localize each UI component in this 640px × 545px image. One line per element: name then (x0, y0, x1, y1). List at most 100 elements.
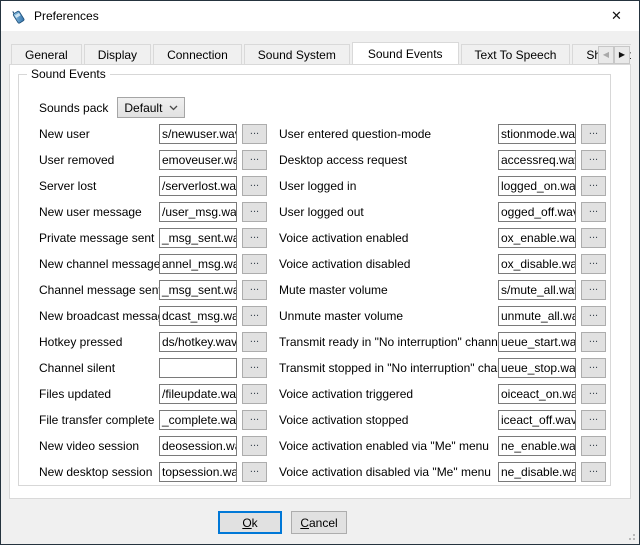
sound-event-label: Hotkey pressed (39, 335, 159, 349)
sound-file-input[interactable]: _msg_sent.wav (159, 280, 237, 300)
sound-file-input[interactable]: deosession.wav (159, 436, 237, 456)
sound-event-label: New video session (39, 439, 159, 453)
sound-event-row: File transfer complete_complete.wav... (39, 410, 267, 430)
sound-file-input[interactable]: s/mute_all.wav (498, 280, 576, 300)
browse-button[interactable]: ... (242, 384, 267, 404)
sound-event-label: Files updated (39, 387, 159, 401)
browse-button[interactable]: ... (581, 124, 606, 144)
sound-event-label: New user message (39, 205, 159, 219)
sound-event-label: Transmit stopped in "No interruption" ch… (279, 361, 498, 375)
browse-button[interactable]: ... (242, 202, 267, 222)
sound-file-input[interactable]: oiceact_on.wav (498, 384, 576, 404)
sound-file-input[interactable]: /fileupdate.wav (159, 384, 237, 404)
sound-file-input[interactable]: ne_disable.wav (498, 462, 576, 482)
browse-button[interactable]: ... (581, 358, 606, 378)
tab-bar: GeneralDisplayConnectionSound SystemSoun… (11, 41, 631, 64)
sound-event-row: Files updated/fileupdate.wav... (39, 384, 267, 404)
browse-button[interactable]: ... (242, 228, 267, 248)
sound-file-input[interactable]: unmute_all.wav (498, 306, 576, 326)
tab-general[interactable]: General (11, 44, 82, 64)
browse-button[interactable]: ... (581, 306, 606, 326)
sound-file-input[interactable]: annel_msg.wav (159, 254, 237, 274)
sound-events-column-right: User entered question-modestionmode.wav.… (279, 124, 606, 488)
sound-event-row: Server lost/serverlost.wav... (39, 176, 267, 196)
browse-button[interactable]: ... (242, 176, 267, 196)
browse-button[interactable]: ... (242, 436, 267, 456)
sounds-pack-select[interactable]: Default (117, 97, 185, 118)
sound-events-column-left: New users/newuser.wav...User removedemov… (39, 124, 267, 488)
cancel-button[interactable]: Cancel (291, 511, 347, 534)
tab-scroll-right-button[interactable]: ▶ (614, 46, 630, 64)
browse-button[interactable]: ... (242, 280, 267, 300)
ok-button[interactable]: Ok (218, 511, 282, 534)
browse-button[interactable]: ... (581, 202, 606, 222)
sound-event-row: User logged inlogged_on.wav... (279, 176, 606, 196)
sound-event-row: Hotkey pressedds/hotkey.wav... (39, 332, 267, 352)
tab-display[interactable]: Display (84, 44, 151, 64)
resize-grip[interactable] (625, 530, 635, 540)
browse-button[interactable]: ... (581, 384, 606, 404)
browse-button[interactable]: ... (581, 462, 606, 482)
browse-button[interactable]: ... (581, 436, 606, 456)
browse-button[interactable]: ... (242, 410, 267, 430)
sound-file-input[interactable]: ox_enable.wav (498, 228, 576, 248)
sound-file-input[interactable]: _complete.wav (159, 410, 237, 430)
sound-event-label: User removed (39, 153, 159, 167)
tab-text-to-speech[interactable]: Text To Speech (461, 44, 571, 64)
sound-file-input[interactable] (159, 358, 237, 378)
browse-button[interactable]: ... (242, 306, 267, 326)
browse-button[interactable]: ... (242, 358, 267, 378)
browse-button[interactable]: ... (242, 254, 267, 274)
browse-button[interactable]: ... (581, 332, 606, 352)
sound-file-input[interactable]: ueue_stop.wav (498, 358, 576, 378)
sound-event-row: Voice activation enabled via "Me" menune… (279, 436, 606, 456)
sound-file-input[interactable]: ox_disable.wav (498, 254, 576, 274)
sound-file-input[interactable]: /user_msg.wav (159, 202, 237, 222)
sound-file-input[interactable]: /serverlost.wav (159, 176, 237, 196)
sound-event-label: Voice activation enabled via "Me" menu (279, 439, 498, 453)
preferences-dialog: Preferences ✕ GeneralDisplayConnectionSo… (0, 0, 640, 545)
sound-event-label: Private message sent (39, 231, 159, 245)
sound-event-row: Unmute master volumeunmute_all.wav... (279, 306, 606, 326)
tab-connection[interactable]: Connection (153, 44, 242, 64)
sound-event-label: Voice activation enabled (279, 231, 498, 245)
titlebar[interactable]: Preferences ✕ (1, 1, 639, 31)
scroll-left-icon: ◀ (603, 51, 609, 59)
sound-file-input[interactable]: logged_on.wav (498, 176, 576, 196)
browse-button[interactable]: ... (242, 150, 267, 170)
browse-button[interactable]: ... (242, 124, 267, 144)
sound-event-label: Voice activation disabled (279, 257, 498, 271)
sound-event-row: User logged outogged_off.wav... (279, 202, 606, 222)
browse-button[interactable]: ... (242, 462, 267, 482)
sound-event-label: Transmit ready in "No interruption" chan… (279, 335, 498, 349)
tab-sound-system[interactable]: Sound System (244, 44, 350, 64)
browse-button[interactable]: ... (581, 254, 606, 274)
sound-file-input[interactable]: accessreq.wav (498, 150, 576, 170)
sound-file-input[interactable]: ne_enable.wav (498, 436, 576, 456)
browse-button[interactable]: ... (581, 280, 606, 300)
sound-file-input[interactable]: ogged_off.wav (498, 202, 576, 222)
sound-event-label: User logged out (279, 205, 498, 219)
browse-button[interactable]: ... (581, 228, 606, 248)
sound-event-row: New desktop sessiontopsession.wav... (39, 462, 267, 482)
sound-file-input[interactable]: topsession.wav (159, 462, 237, 482)
sound-file-input[interactable]: s/newuser.wav (159, 124, 237, 144)
sound-file-input[interactable]: ueue_start.wav (498, 332, 576, 352)
sound-event-row: New channel messageannel_msg.wav... (39, 254, 267, 274)
tab-scroll-left-button[interactable]: ◀ (598, 46, 614, 64)
sound-event-row: Transmit stopped in "No interruption" ch… (279, 358, 606, 378)
tab-sound-events[interactable]: Sound Events (352, 42, 459, 64)
sound-file-input[interactable]: dcast_msg.wav (159, 306, 237, 326)
browse-button[interactable]: ... (581, 150, 606, 170)
browse-button[interactable]: ... (581, 410, 606, 430)
sound-event-label: New desktop session (39, 465, 159, 479)
sound-file-input[interactable]: stionmode.wav (498, 124, 576, 144)
sound-file-input[interactable]: iceact_off.wav (498, 410, 576, 430)
sound-file-input[interactable]: emoveuser.wav (159, 150, 237, 170)
browse-button[interactable]: ... (242, 332, 267, 352)
browse-button[interactable]: ... (581, 176, 606, 196)
sound-event-row: Mute master volumes/mute_all.wav... (279, 280, 606, 300)
close-button[interactable]: ✕ (594, 1, 639, 30)
sound-file-input[interactable]: _msg_sent.wav (159, 228, 237, 248)
sound-file-input[interactable]: ds/hotkey.wav (159, 332, 237, 352)
